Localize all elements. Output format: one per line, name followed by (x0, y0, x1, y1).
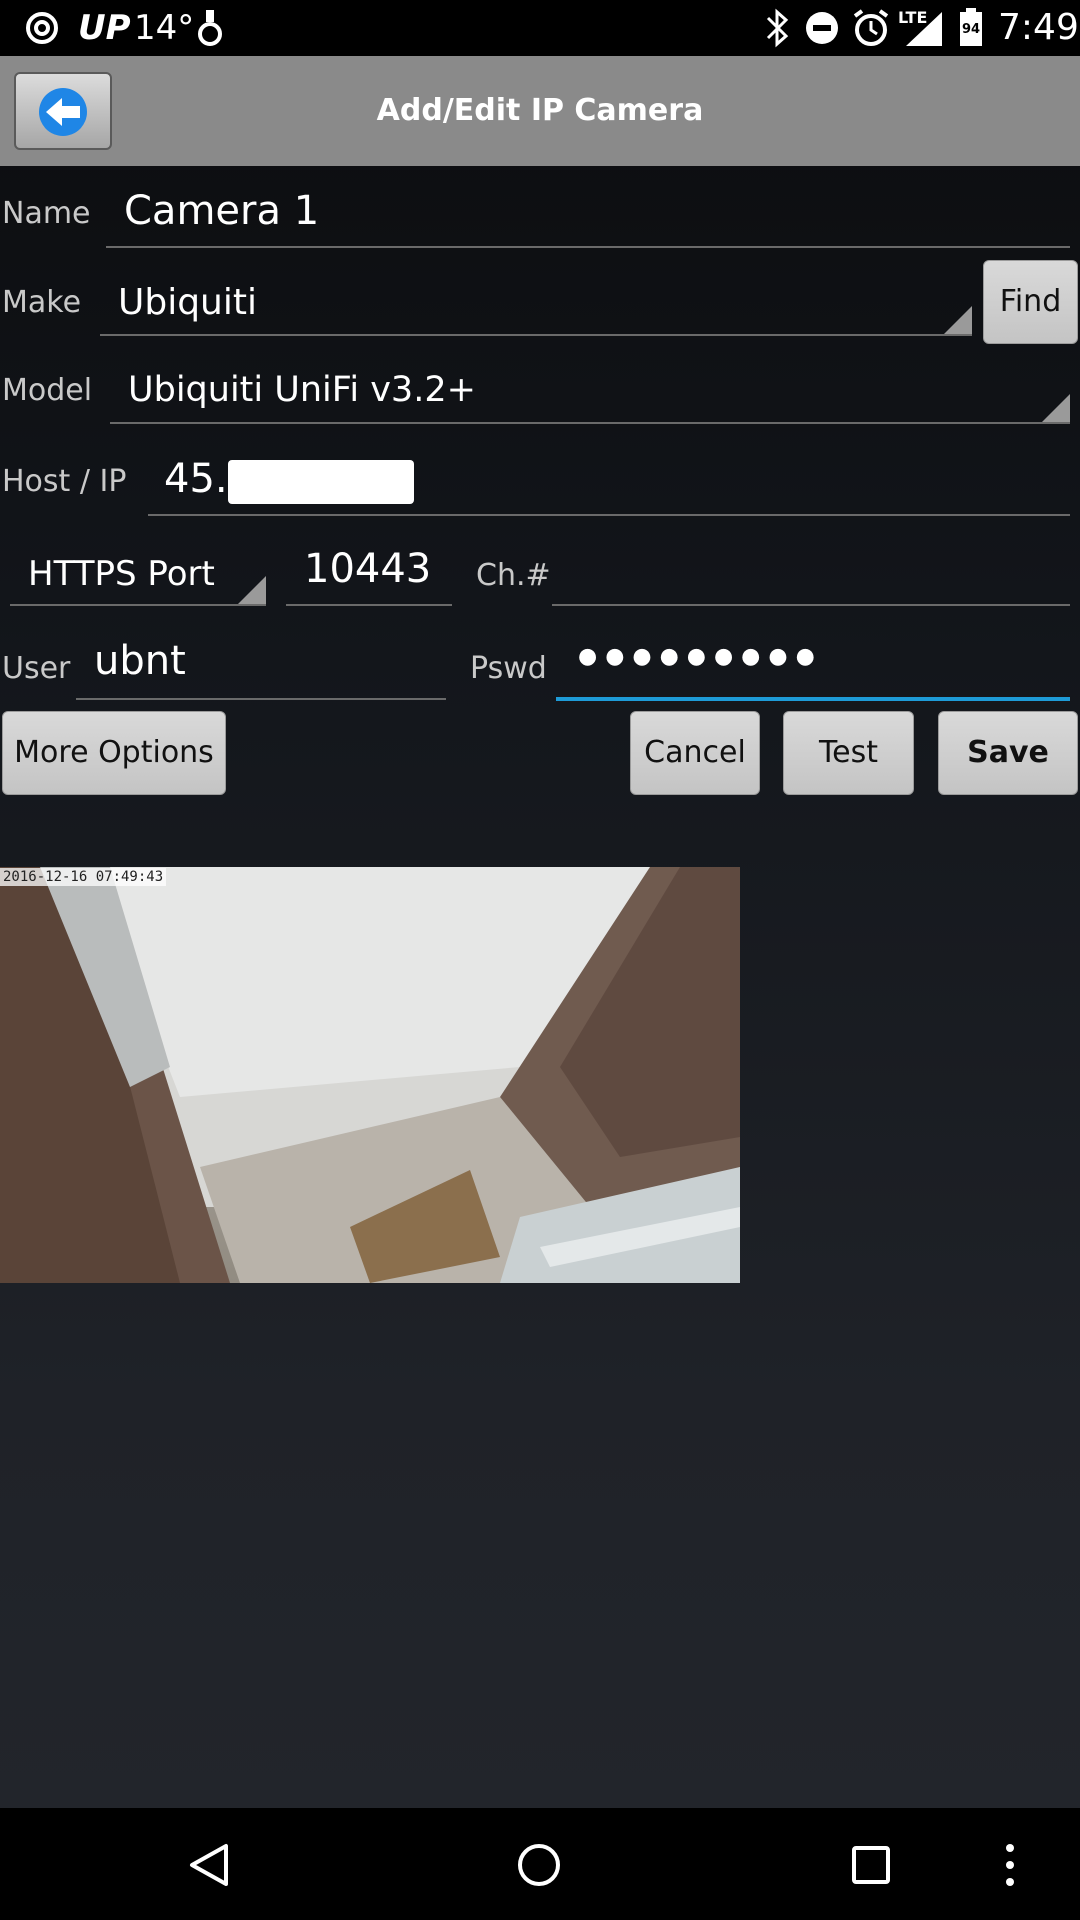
make-label: Make (2, 285, 82, 320)
channel-label: Ch.# (476, 558, 551, 593)
name-field[interactable]: Camera 1 (106, 186, 1070, 250)
temperature: 14° (134, 8, 195, 48)
port-underline (286, 604, 452, 606)
password-value: ●●●●●●●●● (578, 644, 823, 669)
dropdown-arrow-icon (238, 576, 266, 604)
recents-nav-icon[interactable] (850, 1844, 892, 1886)
host-value: 45. (164, 456, 228, 502)
battery-level: 94 (961, 22, 981, 37)
port-type-value: HTTPS Port (28, 554, 215, 594)
save-button[interactable]: Save (938, 711, 1078, 795)
password-field[interactable]: ●●●●●●●●● (556, 634, 1070, 701)
alarm-icon (853, 9, 889, 46)
host-label: Host / IP (2, 464, 127, 499)
name-label: Name (2, 196, 91, 231)
dropdown-arrow-icon (944, 306, 972, 334)
bluetooth-icon (766, 8, 789, 48)
test-button[interactable]: Test (783, 711, 914, 795)
model-value: Ubiquiti UniFi v3.2+ (128, 370, 476, 410)
host-underline (148, 514, 1070, 516)
port-field[interactable]: 10443 (286, 542, 452, 606)
password-label: Pswd (470, 651, 547, 686)
overflow-menu-icon[interactable] (1000, 1842, 1020, 1888)
camera-snapshot (0, 867, 740, 1283)
port-value: 10443 (304, 546, 432, 592)
cancel-button[interactable]: Cancel (630, 711, 760, 795)
port-type-select[interactable]: HTTPS Port (10, 546, 266, 606)
user-underline (76, 698, 446, 700)
more-options-button[interactable]: More Options (2, 711, 226, 795)
channel-field[interactable] (552, 542, 1070, 606)
home-nav-icon[interactable] (516, 1842, 562, 1888)
status-bar: UP 14° LTE 94 7:49 (0, 0, 1080, 56)
back-button[interactable] (14, 72, 112, 150)
model-label: Model (2, 373, 93, 408)
name-underline (106, 246, 1070, 248)
user-value: ubnt (94, 638, 186, 684)
back-arrow-icon (39, 88, 87, 136)
find-button[interactable]: Find (983, 260, 1078, 344)
camera-notification-icon (198, 10, 222, 46)
make-value: Ubiquiti (118, 282, 257, 323)
page-title: Add/Edit IP Camera (376, 93, 704, 128)
preview-timestamp: 2016-12-16 07:49:43 (0, 868, 167, 886)
title-bar: Add/Edit IP Camera (0, 56, 1080, 166)
redaction-block (228, 460, 414, 504)
make-underline (100, 334, 972, 336)
model-underline (110, 422, 1070, 424)
model-select[interactable]: Ubiquiti UniFi v3.2+ (110, 364, 1070, 424)
user-field[interactable]: ubnt (76, 634, 446, 700)
channel-underline (552, 604, 1070, 606)
back-nav-icon[interactable] (186, 1842, 232, 1888)
sync-icon (26, 12, 58, 44)
dropdown-arrow-icon (1042, 394, 1070, 422)
name-value: Camera 1 (124, 188, 320, 234)
camera-preview-image (0, 867, 740, 1283)
navigation-bar (0, 1808, 1080, 1920)
password-focus-underline (556, 697, 1070, 701)
port-type-underline (10, 604, 266, 606)
clock: 7:49 (998, 7, 1079, 48)
host-field[interactable]: 45. (148, 452, 1070, 516)
user-label: User (2, 651, 71, 686)
do-not-disturb-icon (806, 12, 838, 44)
carrier-badge: UP (78, 8, 131, 48)
signal-icon (906, 12, 942, 46)
make-select[interactable]: Ubiquiti (100, 276, 972, 336)
